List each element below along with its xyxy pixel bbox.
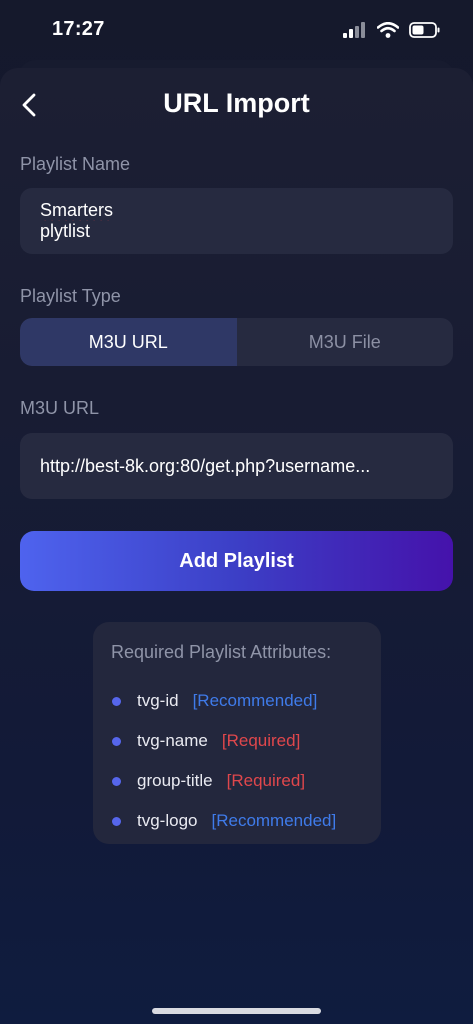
m3u-url-input[interactable]: http://best-8k.org:80/get.php?username..…: [20, 433, 453, 499]
attribute-item: group-title [Required]: [111, 761, 381, 801]
battery-icon: [409, 22, 440, 38]
home-indicator[interactable]: [152, 1008, 321, 1014]
url-import-sheet: URL Import Playlist Name Smarters plytli…: [0, 68, 473, 1024]
required-tag: [Required]: [221, 731, 301, 750]
required-attributes-card: Required Playlist Attributes: tvg-id [Re…: [93, 622, 381, 844]
required-tag: [Required]: [226, 771, 306, 790]
bullet-dot-icon: [112, 736, 121, 746]
attribute-item: tvg-id [Recommended]: [111, 681, 381, 721]
playlist-type-label: Playlist Type: [20, 286, 121, 306]
playlist-name-label: Playlist Name: [20, 154, 131, 174]
bullet-dot-icon: [112, 696, 121, 706]
attributes-title: Required Playlist Attributes:: [111, 642, 332, 662]
screen: 17:27 URL Import Playlist Name Smarters …: [0, 0, 473, 1024]
m3u-url-value: http://best-8k.org:80/get.php?username..…: [40, 455, 371, 476]
bullet-dot-icon: [112, 816, 121, 826]
recommended-tag: [Recommended]: [192, 691, 318, 710]
segment-m3u-url[interactable]: M3U URL: [20, 318, 237, 366]
attribute-item: tvg-name [Required]: [111, 721, 381, 761]
attribute-name: tvg-id: [137, 691, 179, 710]
cellular-signal-icon: [343, 22, 365, 38]
status-bar: 17:27: [0, 0, 473, 64]
status-time: 17:27: [52, 18, 105, 40]
m3u-url-label: M3U URL: [20, 398, 100, 418]
segment-m3u-file[interactable]: M3U File: [237, 318, 454, 366]
status-icons: [343, 22, 441, 38]
playlist-name-input[interactable]: Smarters plytlist: [20, 188, 453, 254]
playlist-name-rest: plytlist: [40, 221, 91, 241]
page-title: URL Import: [163, 88, 310, 118]
add-playlist-button[interactable]: Add Playlist: [20, 531, 453, 591]
attribute-name: tvg-name: [137, 731, 208, 750]
playlist-name-value: Smarters plytlist: [40, 200, 113, 242]
attribute-item: tvg-logo [Recommended]: [111, 801, 381, 841]
attribute-name: tvg-logo: [137, 811, 198, 830]
attribute-name: group-title: [137, 771, 213, 790]
wifi-icon: [377, 22, 399, 38]
recommended-tag: [Recommended]: [211, 811, 337, 830]
misspelled-word: Smarters: [40, 200, 114, 220]
bullet-dot-icon: [112, 776, 121, 786]
playlist-type-selector: M3U URL M3U File: [20, 318, 453, 366]
